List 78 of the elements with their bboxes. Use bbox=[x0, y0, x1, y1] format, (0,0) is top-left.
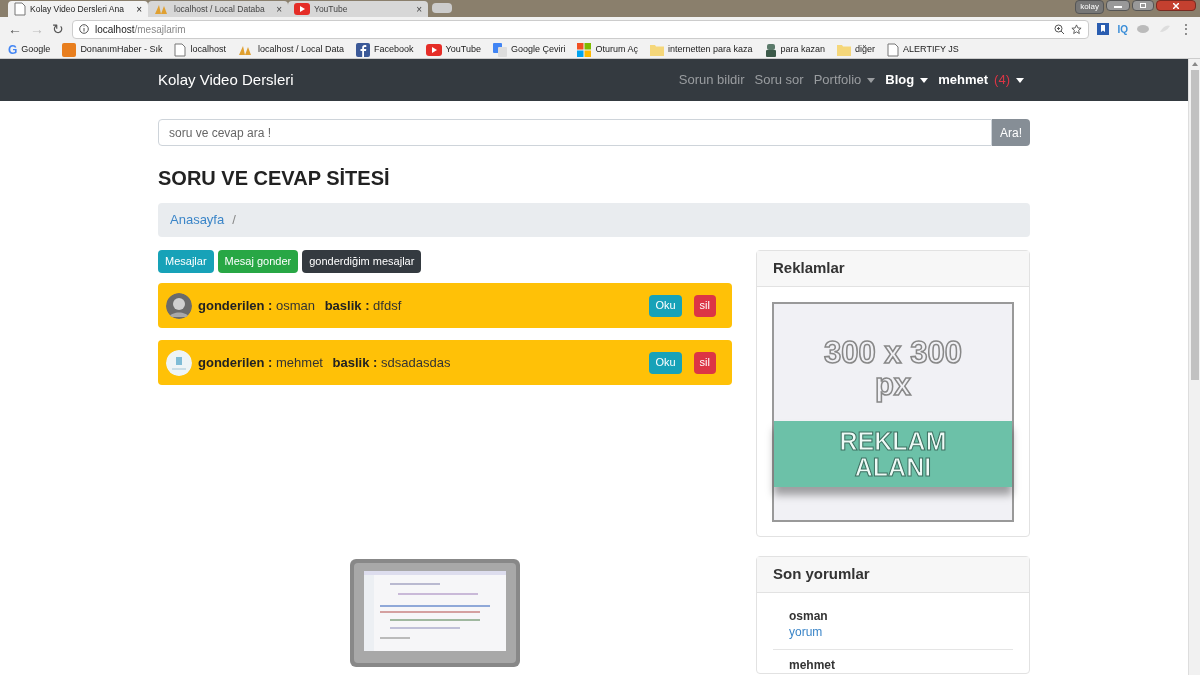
browser-tab[interactable]: Kolay Video Dersleri Ana × bbox=[8, 1, 148, 17]
folder-icon bbox=[837, 43, 852, 56]
delete-button[interactable]: sil bbox=[693, 294, 716, 317]
zoom-icon[interactable] bbox=[1054, 23, 1066, 35]
bookmark-item[interactable]: Google Çeviri bbox=[492, 42, 566, 57]
back-button[interactable]: ← bbox=[8, 22, 22, 36]
bookmark-item[interactable]: diğer bbox=[837, 42, 876, 57]
nav-link[interactable]: Soru sor bbox=[754, 70, 804, 90]
bookmark-item[interactable]: YouTube bbox=[425, 42, 481, 57]
message-summary: gonderilen : mehmet baslik : sdsadasdas bbox=[198, 353, 451, 372]
caret-icon bbox=[867, 77, 876, 83]
profile-badge[interactable]: kolay bbox=[1075, 0, 1104, 14]
comment-link[interactable]: yorum bbox=[789, 624, 997, 640]
info-icon bbox=[79, 24, 89, 34]
card-title: Son yorumlar bbox=[773, 564, 870, 585]
bookmark-item[interactable]: G Google bbox=[8, 42, 51, 57]
tab-title: localhost / Local Databa bbox=[174, 2, 266, 16]
nav-link[interactable]: Sorun bildir bbox=[678, 70, 745, 90]
tab-button[interactable]: gonderdiğim mesajlar bbox=[302, 250, 422, 273]
close-button[interactable] bbox=[1156, 0, 1196, 11]
page-icon bbox=[174, 42, 187, 57]
windows-icon bbox=[577, 42, 592, 57]
comment-author: osman bbox=[789, 609, 829, 624]
nav-link[interactable]: Portfolio bbox=[813, 70, 876, 90]
google-icon: G bbox=[8, 43, 18, 56]
delete-button[interactable]: sil bbox=[693, 351, 716, 374]
card-title: Reklamlar bbox=[773, 258, 845, 279]
bookmark-item[interactable]: localhost / Local Data bbox=[237, 42, 344, 57]
bookmark-item[interactable]: Oturum Aç bbox=[577, 42, 638, 57]
square-icon bbox=[62, 42, 77, 57]
page-heading: SORU VE CEVAP SİTESİ bbox=[158, 168, 391, 188]
bookmark-item[interactable]: internetten para kaza bbox=[649, 42, 753, 57]
url-text: localhost/mesajlarim bbox=[95, 22, 187, 37]
scroll-up-icon[interactable] bbox=[1191, 62, 1198, 66]
play-icon bbox=[294, 3, 310, 15]
brand-link[interactable]: Kolay Video Dersleri bbox=[158, 68, 294, 92]
browser-tab[interactable]: YouTube × bbox=[288, 1, 428, 17]
close-icon bbox=[1173, 2, 1179, 9]
user-menu[interactable]: mehmet (4) bbox=[938, 70, 1024, 90]
play-icon bbox=[425, 43, 442, 56]
page-icon bbox=[887, 42, 900, 57]
bookmark-item[interactable]: ALERTIFY JS bbox=[887, 42, 959, 57]
menu-button[interactable]: ⋮ bbox=[1180, 23, 1192, 35]
tab-title: Kolay Video Dersleri Ana bbox=[30, 2, 125, 16]
browser-tab[interactable]: localhost / Local Databa × bbox=[148, 1, 288, 17]
avatar bbox=[166, 292, 192, 319]
page-icon bbox=[14, 2, 26, 16]
tab-close[interactable]: × bbox=[276, 1, 282, 17]
nav-link[interactable]: Blog bbox=[885, 70, 929, 90]
address-field[interactable]: localhost/mesajlarim bbox=[72, 19, 1090, 39]
tab-title: YouTube bbox=[314, 2, 349, 16]
bookmark-icon[interactable] bbox=[1097, 23, 1110, 35]
sailboat-icon bbox=[154, 3, 170, 15]
translate-icon bbox=[492, 42, 507, 57]
search-field[interactable]: soru ve cevap ara ! bbox=[158, 119, 992, 146]
tab-close[interactable]: × bbox=[136, 1, 142, 17]
ad-banner-text: REKLAM ALANI bbox=[838, 428, 948, 480]
bookmark-item[interactable]: localhost bbox=[174, 42, 226, 57]
bookmark-item[interactable]: para kazan bbox=[764, 42, 826, 57]
scrollbar[interactable] bbox=[1188, 59, 1200, 675]
bookmark-item[interactable]: DonanımHaber - Sık bbox=[62, 42, 163, 57]
caret-icon bbox=[1016, 77, 1024, 83]
ad-size-text: 300 x 300 px bbox=[823, 337, 963, 401]
comment-author: mehmet bbox=[789, 658, 836, 673]
reload-button[interactable]: ↻ bbox=[52, 22, 64, 36]
caret-icon bbox=[920, 77, 929, 83]
message-summary: gonderilen : osman baslik : dfdsf bbox=[198, 296, 402, 315]
breadcrumb-separator: / bbox=[232, 211, 236, 230]
bookmark-item[interactable]: Facebook bbox=[356, 42, 414, 57]
folder-icon bbox=[649, 43, 664, 56]
facebook-icon bbox=[356, 42, 370, 57]
tab-close[interactable]: × bbox=[416, 1, 422, 17]
maximize-button[interactable] bbox=[1132, 0, 1154, 11]
star-icon[interactable] bbox=[1071, 23, 1083, 35]
minimize-button[interactable] bbox=[1106, 0, 1130, 11]
robot-icon bbox=[764, 42, 777, 57]
avatar bbox=[166, 349, 192, 376]
unread-count: (4) bbox=[994, 71, 1010, 90]
